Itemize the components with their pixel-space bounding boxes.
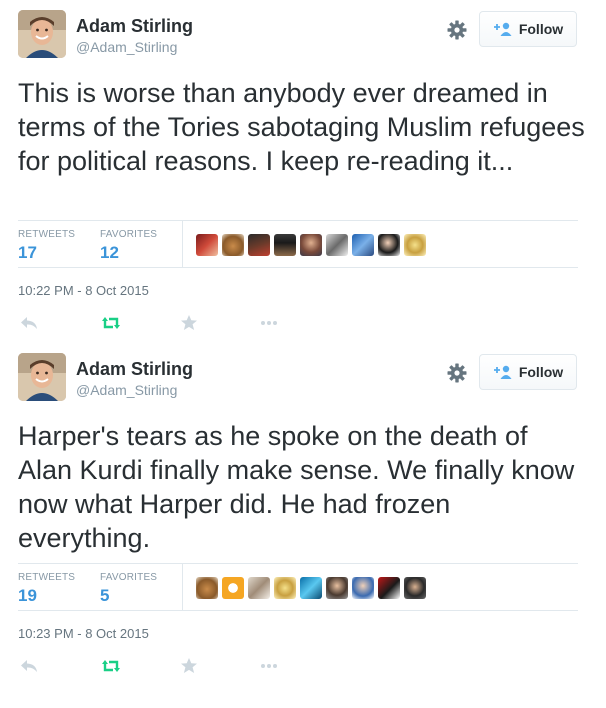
display-name[interactable]: Adam Stirling bbox=[76, 16, 193, 37]
avatar[interactable] bbox=[18, 10, 66, 58]
follow-person-icon bbox=[493, 21, 513, 37]
retweets-value: 17 bbox=[18, 243, 37, 262]
retweet-icon[interactable] bbox=[100, 655, 122, 677]
favoriter-avatars bbox=[196, 234, 426, 256]
screen-name[interactable]: @Adam_Stirling bbox=[76, 39, 177, 55]
follow-person-icon bbox=[493, 364, 513, 380]
screen-name[interactable]: @Adam_Stirling bbox=[76, 382, 177, 398]
favoriter-avatar[interactable] bbox=[378, 234, 400, 256]
reply-icon[interactable] bbox=[18, 312, 40, 334]
favorite-star-icon[interactable] bbox=[178, 655, 200, 677]
more-dots-icon[interactable] bbox=[258, 312, 280, 334]
reply-icon[interactable] bbox=[18, 655, 40, 677]
follow-button[interactable]: Follow bbox=[479, 11, 577, 47]
favoriter-avatar[interactable] bbox=[378, 577, 400, 599]
favoriter-avatar[interactable] bbox=[352, 577, 374, 599]
favoriter-avatar[interactable] bbox=[300, 577, 322, 599]
favoriter-avatars bbox=[196, 577, 426, 599]
follow-label: Follow bbox=[518, 364, 564, 380]
favoriter-avatar[interactable] bbox=[248, 577, 270, 599]
tweet-text: Harper's tears as he spoke on the death … bbox=[18, 421, 575, 553]
tweet-actions bbox=[18, 655, 318, 677]
favoriter-avatar[interactable] bbox=[326, 234, 348, 256]
stats-divider bbox=[182, 221, 183, 267]
tweet-actions bbox=[18, 312, 318, 334]
display-name[interactable]: Adam Stirling bbox=[76, 359, 193, 380]
favoriter-avatar[interactable] bbox=[326, 577, 348, 599]
follow-label: Follow bbox=[518, 21, 564, 37]
favoriter-avatar[interactable] bbox=[300, 234, 322, 256]
retweet-count[interactable]: RETWEETS 17 bbox=[18, 229, 75, 263]
timestamp[interactable]: 10:23 PM - 8 Oct 2015 bbox=[18, 626, 149, 641]
retweet-count[interactable]: RETWEETS 19 bbox=[18, 572, 75, 606]
retweets-label: RETWEETS bbox=[18, 229, 76, 240]
favoriter-avatar[interactable] bbox=[404, 577, 426, 599]
follow-button[interactable]: Follow bbox=[479, 354, 577, 390]
favoriter-avatar[interactable] bbox=[222, 234, 244, 256]
favoriter-avatar[interactable] bbox=[274, 577, 296, 599]
gear-icon[interactable] bbox=[446, 19, 468, 41]
stats-divider bbox=[182, 564, 183, 610]
more-dots-icon[interactable] bbox=[258, 655, 280, 677]
timestamp[interactable]: 10:22 PM - 8 Oct 2015 bbox=[18, 283, 149, 298]
favoriter-avatar[interactable] bbox=[404, 234, 426, 256]
favorite-star-icon[interactable] bbox=[178, 312, 200, 334]
favorites-value: 5 bbox=[100, 586, 110, 605]
favoriter-avatar[interactable] bbox=[196, 577, 218, 599]
favorite-count[interactable]: FAVORITES 12 bbox=[100, 229, 157, 263]
retweets-value: 19 bbox=[18, 586, 37, 605]
tweet-stats: RETWEETS 17 FAVORITES 12 bbox=[18, 220, 578, 268]
retweets-label: RETWEETS bbox=[18, 572, 76, 583]
favoriter-avatar[interactable] bbox=[248, 234, 270, 256]
tweet-stats: RETWEETS 19 FAVORITES 5 bbox=[18, 563, 578, 611]
favoriter-avatar[interactable] bbox=[196, 234, 218, 256]
gear-icon[interactable] bbox=[446, 362, 468, 384]
favorite-count[interactable]: FAVORITES 5 bbox=[100, 572, 157, 606]
favorites-value: 12 bbox=[100, 243, 119, 262]
tweet-text: This is worse than anybody ever dreamed … bbox=[18, 78, 585, 176]
favorites-label: FAVORITES bbox=[100, 229, 158, 240]
favorites-label: FAVORITES bbox=[100, 572, 158, 583]
avatar[interactable] bbox=[18, 353, 66, 401]
favoriter-avatar[interactable] bbox=[222, 577, 244, 599]
favoriter-avatar[interactable] bbox=[352, 234, 374, 256]
favoriter-avatar[interactable] bbox=[274, 234, 296, 256]
retweet-icon[interactable] bbox=[100, 312, 122, 334]
